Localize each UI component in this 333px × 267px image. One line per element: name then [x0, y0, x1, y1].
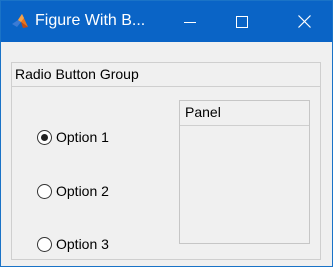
title-bar[interactable]: Figure With B... [1, 1, 332, 42]
radio-group-title: Radio Button Group [15, 66, 139, 82]
maximize-icon [236, 15, 248, 28]
figure-window: Figure With B... Radio Button Group Opti… [0, 0, 333, 267]
matlab-icon [11, 13, 29, 29]
radio-option-label[interactable]: Option 2 [56, 183, 109, 200]
close-icon [297, 15, 311, 28]
window-title: Figure With B... [35, 12, 146, 29]
radio-button[interactable] [37, 236, 52, 252]
radio-selected-dot [41, 133, 48, 141]
panel-title: Panel [185, 104, 221, 120]
radio-group-header: Radio Button Group [12, 63, 320, 87]
radio-button-selected[interactable] [37, 129, 52, 145]
panel-header: Panel [180, 101, 309, 126]
minimize-button[interactable] [167, 1, 213, 42]
close-button[interactable] [281, 1, 327, 42]
radio-option-label[interactable]: Option 1 [56, 129, 109, 146]
panel: Panel [179, 100, 310, 244]
radio-option-2[interactable]: Option 2 [37, 181, 109, 201]
figure-content: Radio Button Group Option 1 Option 2 Opt… [1, 42, 332, 266]
radio-option-3[interactable]: Option 3 [37, 234, 109, 254]
minimize-icon [184, 16, 196, 28]
radio-option-1[interactable]: Option 1 [37, 127, 109, 147]
radio-option-label[interactable]: Option 3 [56, 236, 109, 253]
maximize-button[interactable] [219, 1, 265, 42]
radio-button[interactable] [37, 183, 52, 199]
